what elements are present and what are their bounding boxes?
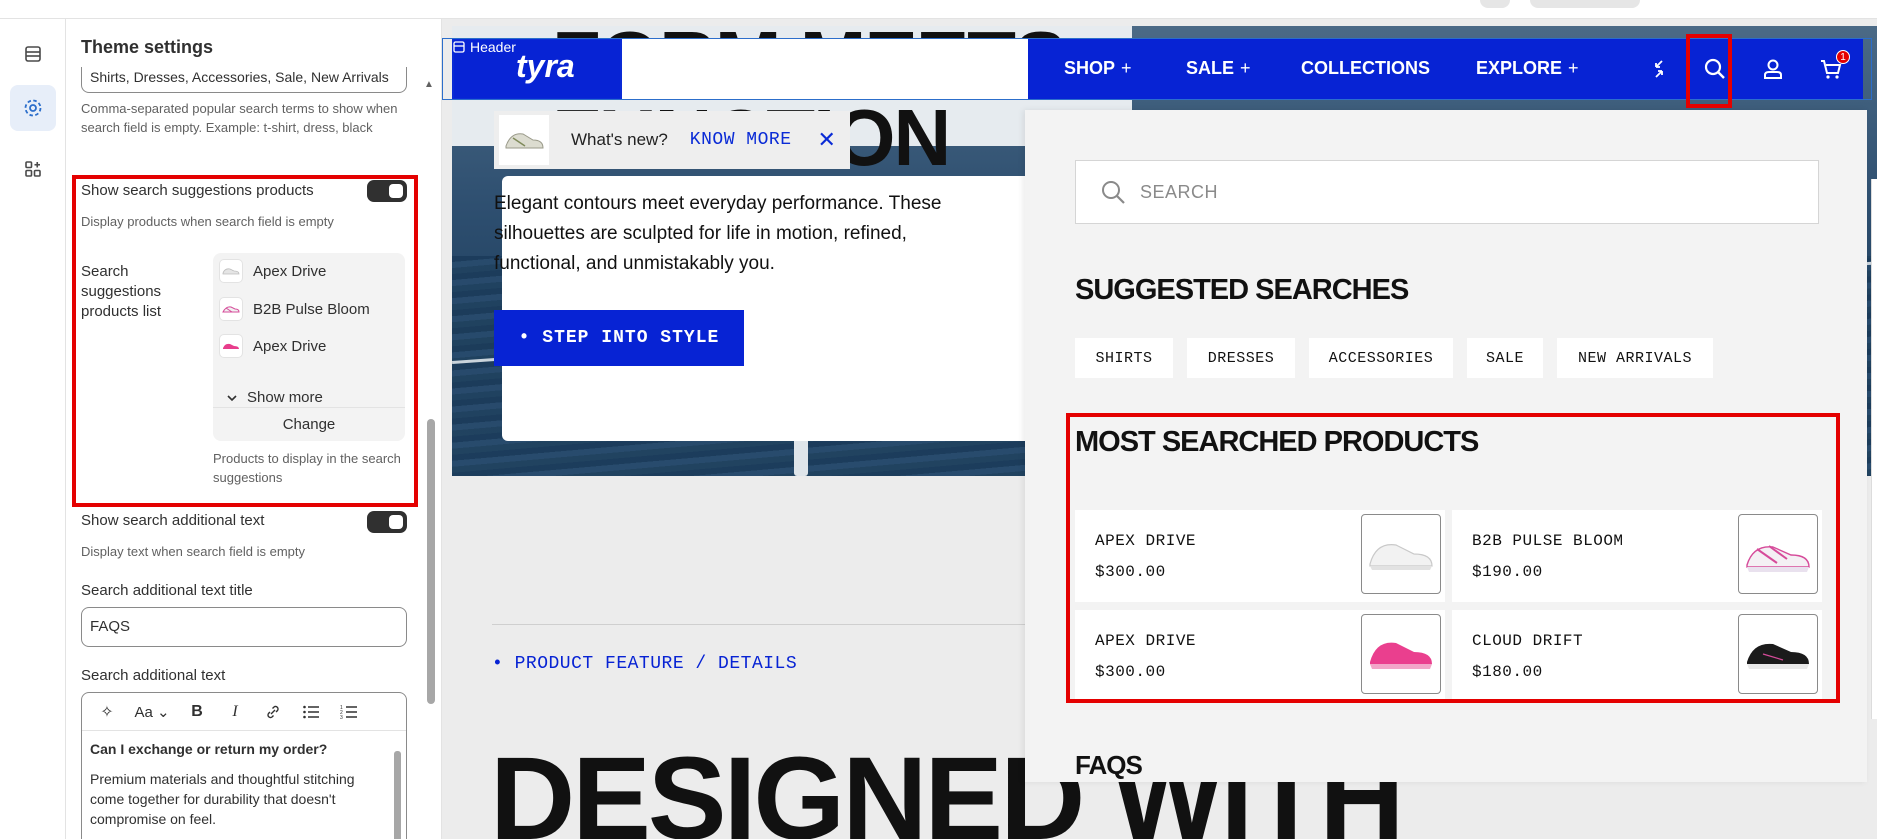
know-more-link[interactable]: KNOW MORE	[690, 130, 792, 150]
popular-terms-help: Comma-separated popular search terms to …	[81, 101, 398, 135]
scroll-up-icon[interactable]: ▲	[424, 79, 434, 90]
theme-settings-button[interactable]	[10, 85, 56, 131]
apps-button[interactable]	[10, 146, 56, 192]
rte-toolbar: ✧ Aa ⌄ B I 123	[82, 693, 406, 731]
page-scroll-strip	[1871, 179, 1877, 719]
product-feature-link[interactable]: • PRODUCT FEATURE / DETAILS	[492, 654, 797, 674]
account-icon[interactable]	[1758, 54, 1788, 84]
top-bar	[0, 0, 1877, 19]
sneaker-thumbnail	[499, 115, 549, 165]
show-additional-help: Display text when search field is empty	[81, 544, 305, 559]
additional-title-label: Search additional text title	[81, 582, 253, 599]
show-additional-label: Show search additional text	[81, 512, 265, 529]
close-icon[interactable]: ✕	[818, 127, 836, 153]
section-icon	[453, 41, 465, 53]
suggestion-chip[interactable]: NEW ARRIVALS	[1557, 338, 1713, 378]
step-into-style-button[interactable]: • STEP INTO STYLE	[494, 310, 744, 366]
header-section-tag[interactable]: Header	[452, 39, 516, 55]
top-bar-pill	[1480, 0, 1510, 8]
suggestion-chip[interactable]: DRESSES	[1187, 338, 1295, 378]
link-icon[interactable]	[258, 697, 288, 727]
logo: tyra	[516, 48, 575, 84]
text-format-dropdown[interactable]: Aa ⌄	[130, 697, 174, 727]
search-input[interactable]: SEARCH	[1075, 160, 1819, 224]
suggestion-chip[interactable]: SHIRTS	[1075, 338, 1173, 378]
nav-sale[interactable]: SALE +	[1186, 58, 1251, 79]
additional-title-input[interactable]: FAQS	[81, 607, 407, 647]
bold-icon[interactable]: B	[182, 697, 212, 727]
rte-content[interactable]: Can I exchange or return my order? Premi…	[90, 739, 370, 829]
icon-rail	[0, 19, 66, 839]
rte-question: Can I exchange or return my order?	[90, 741, 328, 757]
faqs-title: FAQS	[1075, 750, 1143, 780]
panel-scrollbar[interactable]	[427, 419, 435, 704]
search-icon	[1102, 181, 1125, 204]
panel-title: Theme settings	[81, 37, 214, 57]
site-header: tyra SHOP + SALE + COLLECTIONS EXPLORE + 1	[452, 38, 1863, 100]
italic-icon[interactable]: I	[220, 697, 250, 727]
additional-text-label: Search additional text	[81, 667, 226, 684]
rte-answer: Premium materials and thoughtful stitchi…	[90, 771, 355, 827]
collapse-arrows-icon[interactable]	[1644, 54, 1674, 84]
numbered-list-icon[interactable]: 123	[334, 697, 364, 727]
nav-shop[interactable]: SHOP +	[1064, 58, 1132, 79]
show-additional-toggle[interactable]	[367, 511, 407, 533]
gear-icon	[24, 99, 42, 117]
whats-new-banner: What's new? KNOW MORE ✕	[494, 111, 850, 169]
svg-text:3: 3	[340, 715, 343, 720]
suggestion-chip[interactable]: SALE	[1467, 338, 1543, 378]
highlight-suggestions-settings	[72, 175, 418, 507]
sections-icon	[25, 46, 41, 62]
cart-icon[interactable]: 1	[1816, 50, 1850, 84]
whats-new-text: What's new?	[571, 130, 668, 149]
suggested-searches-title: SUGGESTED SEARCHES	[1075, 274, 1409, 306]
nav-collections[interactable]: COLLECTIONS	[1301, 58, 1430, 79]
search-placeholder: SEARCH	[1140, 181, 1219, 202]
sections-button[interactable]	[10, 31, 56, 77]
suggestion-chip[interactable]: ACCESSORIES	[1309, 338, 1453, 378]
cart-count-badge: 1	[1836, 50, 1850, 64]
rich-text-editor: ✧ Aa ⌄ B I 123 Can I exchange or return …	[81, 692, 407, 839]
popular-terms-input[interactable]: Shirts, Dresses, Accessories, Sale, New …	[81, 67, 407, 93]
top-bar-pill	[1530, 0, 1640, 8]
ai-sparkle-icon[interactable]: ✧	[92, 697, 122, 727]
hero-description: Elegant contours meet everyday performan…	[494, 193, 942, 274]
bullet-list-icon[interactable]	[296, 697, 326, 727]
highlight-search-icon	[1686, 34, 1732, 108]
nav-explore[interactable]: EXPLORE +	[1476, 58, 1579, 79]
highlight-most-searched	[1066, 413, 1840, 703]
rte-scrollbar[interactable]	[394, 739, 402, 839]
divider	[492, 624, 1072, 625]
apps-icon	[25, 161, 41, 177]
